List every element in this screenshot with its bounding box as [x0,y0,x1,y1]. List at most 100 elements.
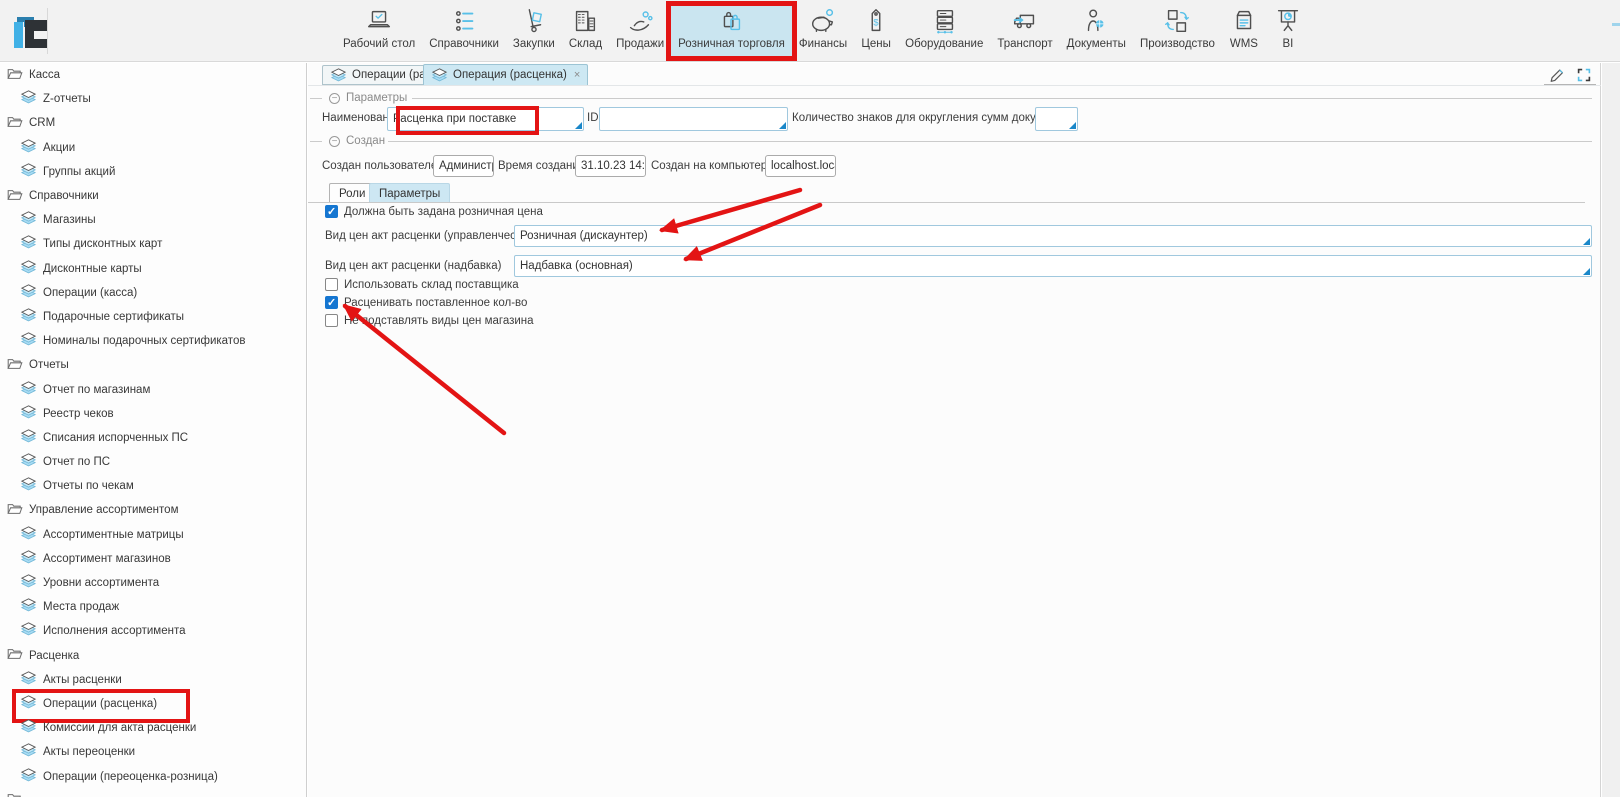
sidebar-item-crm[interactable]: CRM [0,111,306,135]
layers-icon [20,308,37,326]
sidebar-item-акты-расценки[interactable]: Акты расценки [0,668,306,692]
svg-text:$: $ [874,18,880,28]
toolbar-item-label: Рабочий стол [343,38,415,50]
sidebar-item-отчеты-по-чекам[interactable]: Отчеты по чекам [0,474,306,498]
sidebar-item-label: Ассортимент магазинов [43,553,171,565]
sidebar-item-акты-переоценки[interactable]: Акты переоценки [0,740,306,764]
sidebar-item-дисконтные-карты[interactable]: Дисконтные карты [0,257,306,281]
sidebar-item-места-продаж[interactable]: Места продаж [0,595,306,619]
managerial-price-type-label: Вид цен акт расценки (управленческий) [325,230,538,242]
sidebar-item-подарочные-сертификаты[interactable]: Подарочные сертификаты [0,305,306,329]
sidebar-item-номиналы-подарочных-сертификатов[interactable]: Номиналы подарочных сертификатов [0,329,306,353]
tab-operation-detail[interactable]: Операция (расценка) × [423,64,588,85]
rounding-field-label: Количество знаков для округления сумм до… [792,112,1074,124]
checkbox-icon[interactable] [325,296,338,309]
sidebar-item-отчет-по-пс[interactable]: Отчет по ПС [0,450,306,474]
layers-icon [20,550,37,568]
sidebar-item-отчеты[interactable]: Отчеты [0,353,306,377]
sidebar-item-ассортиментные-матрицы[interactable]: Ассортиментные матрицы [0,523,306,547]
toolbar-item-production[interactable]: Производство [1133,3,1222,59]
divider [388,141,1592,142]
collapse-icon[interactable]: − [329,136,340,147]
tab-parameters[interactable]: Параметры [369,183,450,203]
app-logo[interactable] [14,17,48,48]
toolbar-item-warehouse[interactable]: Склад [562,3,609,59]
shopping-bags-icon [716,6,746,36]
server-stack-icon [929,6,959,36]
toolbar-item-transport[interactable]: Транспорт [990,3,1059,59]
sidebar-item-справочники[interactable]: Справочники [0,184,306,208]
sidebar-item-магазины[interactable]: Магазины [0,208,306,232]
fullscreen-icon[interactable] [1575,66,1593,84]
checkbox-icon[interactable] [325,314,338,327]
sidebar-item-ассортимент-магазинов[interactable]: Ассортимент магазинов [0,547,306,571]
toolbar-item-references[interactable]: Справочники [422,3,506,59]
sidebar-item-операции-переоценка-розница[interactable]: Операции (переоценка-розница) [0,764,306,788]
sidebar-item-label: Расценка [29,650,79,662]
sidebar-item-label: Операции (расценка) [43,698,157,710]
created-time-label: Время создания [498,160,585,172]
application-window: Рабочий стол Справочники ЗакупкиСкладПрода… [0,0,1620,797]
sidebar-item-комиссии-для-акта-расценки[interactable]: Комиссии для акта расценки [0,716,306,740]
pencil-icon[interactable] [1548,66,1567,84]
sidebar-item-label: Операции (касса) [43,287,137,299]
sidebar-item-операции-расценка[interactable]: Операции (расценка) [0,692,306,716]
toolbar-item-equipment[interactable]: Оборудование [898,3,990,59]
checkbox-no-store-price-types[interactable]: Не подставлять виды цен магазина [325,314,534,327]
id-input[interactable] [599,107,788,131]
toolbar-item-finance[interactable]: Финансы [792,3,854,59]
sidebar-item-реестр-чеков[interactable]: Реестр чеков [0,402,306,426]
sidebar-item-label: CRM [29,117,55,129]
checkbox-icon[interactable] [325,205,338,218]
sidebar-item-касса[interactable]: Касса [0,63,306,87]
layers-icon [20,719,37,737]
sidebar-item-операции-касса[interactable]: Операции (касса) [0,281,306,305]
markup-price-type-input[interactable]: Надбавка (основная) [514,255,1592,277]
list-icon [449,6,479,36]
toolbar-item-label: Оборудование [905,38,983,50]
toolbar-item-prices[interactable]: $Цены [854,3,898,59]
sidebar-item-расценка[interactable]: Расценка [0,644,306,668]
collapse-icon[interactable]: − [329,93,340,104]
created-user-label: Создан пользователем [322,160,445,172]
sidebar-item-списания-испорченных-пс[interactable]: Списания испорченных ПС [0,426,306,450]
checkbox-price-delivered-qty[interactable]: Расценивать поставленное кол-во [325,296,527,309]
layers-icon [20,332,37,350]
toolbar-item-label: Справочники [429,38,499,50]
toolbar-item-wms[interactable]: WMS [1222,3,1266,59]
sidebar-item-исполнения-ассортимента[interactable]: Исполнения ассортимента [0,619,306,643]
sidebar-item-типы-дисконтных-карт[interactable]: Типы дисконтных карт [0,232,306,256]
piggy-bank-icon [808,6,838,36]
sidebar-item-уровни-ассортимента[interactable]: Уровни ассортимента [0,571,306,595]
toolbar-item-desktop[interactable]: Рабочий стол [336,3,422,59]
layers-icon [20,381,37,399]
divider [412,98,1592,99]
managerial-price-type-input[interactable]: Розничная (дискаунтер) [514,225,1592,247]
toolbar-item-documents[interactable]: Документы [1060,3,1133,59]
toolbar-item-purchases[interactable]: Закупки [506,3,562,59]
close-icon[interactable]: × [574,69,580,81]
layers-icon [20,139,37,157]
checkbox-use-supplier-warehouse[interactable]: Использовать склад поставщика [325,278,519,291]
sidebar-item-группы-акций[interactable]: Группы акций [0,160,306,184]
layers-icon [431,68,448,83]
sidebar-item-акции[interactable]: Акции [0,136,306,160]
id-field-label: ID [587,112,599,124]
toolbar-item-sales[interactable]: Продажи [609,3,671,59]
layers-icon [20,211,37,229]
created-time-value: 31.10.23 14:38 [575,155,646,177]
checkbox-retail-price-required[interactable]: Должна быть задана розничная цена [325,205,543,218]
markup-price-type-label: Вид цен акт расценки (надбавка) [325,260,501,272]
toolbar-item-retail[interactable]: Розничная торговля [671,3,792,59]
sidebar-item-label: Управление ассортиментом [29,504,178,516]
divider [310,141,322,142]
checkbox-icon[interactable] [325,278,338,291]
sidebar-item-управление-ассортиментом[interactable]: Управление ассортиментом [0,498,306,522]
sidebar-item-отчет-по-магазинам[interactable]: Отчет по магазинам [0,377,306,401]
rounding-input[interactable] [1035,107,1078,131]
name-input[interactable]: Расценка при поставке [387,107,584,131]
sidebar-item-z-отчеты[interactable]: Z-отчеты [0,87,306,111]
toolbar-item-bi[interactable]: BI [1266,3,1310,59]
sidebar-item-partial-folder[interactable] [0,789,306,797]
layers-icon [20,768,37,786]
